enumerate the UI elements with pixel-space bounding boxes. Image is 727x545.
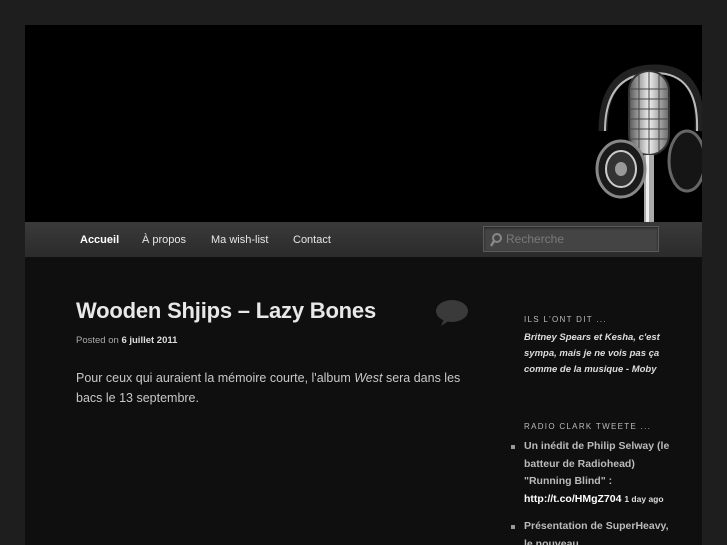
comment-bubble-icon[interactable] <box>435 299 469 327</box>
post-body: Pour ceux qui auraient la mémoire courte… <box>76 368 461 408</box>
main-navigation: Accueil À propos Ma wish-list Contact <box>25 222 702 258</box>
post-title[interactable]: Wooden Shjips – Lazy Bones <box>76 298 376 324</box>
microphone-headphones-icon <box>595 64 702 222</box>
nav-item-wish-list[interactable]: Ma wish-list <box>211 222 268 258</box>
tweet-text: Un inédit de Philip Selway (le batteur d… <box>524 440 670 487</box>
tweet-item: Un inédit de Philip Selway (le batteur d… <box>511 438 671 508</box>
widget-title-quotes: ILS L'ONT DIT ... <box>524 315 607 324</box>
widget-quote: Britney Spears et Kesha, c'est sympa, ma… <box>524 332 660 375</box>
search-box <box>483 226 659 252</box>
list-bullet-icon <box>511 525 515 529</box>
nav-item-a-propos[interactable]: À propos <box>142 222 186 258</box>
tweet-item: Présentation de SuperHeavy, le nouveau <box>511 518 671 545</box>
search-input[interactable] <box>506 230 654 248</box>
nav-item-accueil[interactable]: Accueil <box>80 222 119 258</box>
post-meta: Posted on 6 juillet 2011 <box>76 335 177 346</box>
tweet-link[interactable]: http://t.co/HMgZ704 <box>524 493 621 505</box>
post-meta-prefix: Posted on <box>76 335 119 346</box>
post-body-text: Pour ceux qui auraient la mémoire courte… <box>76 371 355 385</box>
search-icon[interactable] <box>490 233 502 247</box>
post-body-album: West <box>354 371 383 385</box>
content-area: Wooden Shjips – Lazy Bones Posted on 6 j… <box>25 259 702 545</box>
list-bullet-icon <box>511 445 515 449</box>
page: Accueil À propos Ma wish-list Contact Wo… <box>25 25 702 545</box>
widget-title-tweets: RADIO CLARK TWEETE ... <box>524 422 652 431</box>
tweet-text: Présentation de SuperHeavy, le nouveau <box>524 520 669 545</box>
nav-item-contact[interactable]: Contact <box>293 222 331 258</box>
tweet-list: Un inédit de Philip Selway (le batteur d… <box>511 438 671 545</box>
header-banner[interactable] <box>25 25 702 222</box>
post-date-link[interactable]: 6 juillet 2011 <box>121 335 177 346</box>
tweet-time[interactable]: 1 day ago <box>624 494 663 504</box>
